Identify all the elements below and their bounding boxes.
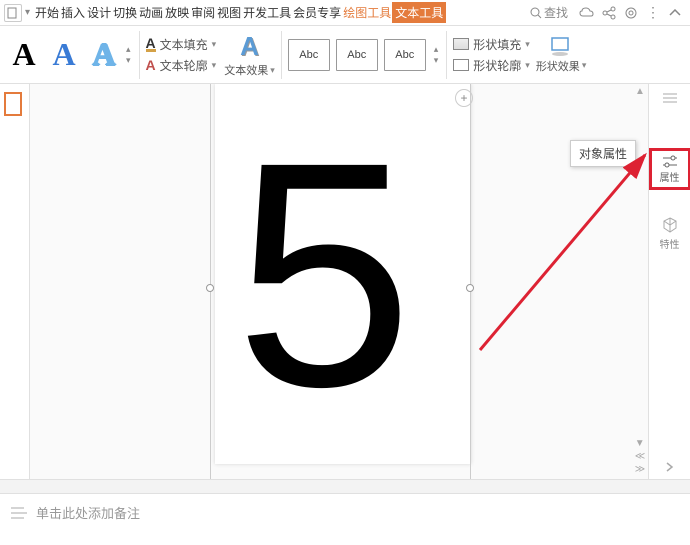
traits-panel-button[interactable]: 特性 xyxy=(649,212,690,255)
wordart-style-1[interactable]: A xyxy=(4,34,44,76)
tab-start[interactable]: 开始 xyxy=(34,4,60,21)
slide-thumbnail-panel xyxy=(0,84,30,479)
tab-design[interactable]: 设计 xyxy=(86,4,112,21)
tab-transition[interactable]: 切换 xyxy=(112,4,138,21)
notes-placeholder: 单击此处添加备注 xyxy=(36,503,140,522)
text-effects-label: 文本效果 xyxy=(224,62,268,78)
shape-outline-icon xyxy=(453,59,469,71)
panel-collapse-icon[interactable] xyxy=(649,457,690,479)
wordart-style-2[interactable]: A xyxy=(44,34,84,76)
shape-style-3[interactable]: Abc xyxy=(384,39,426,71)
tab-texttools[interactable]: 文本工具 xyxy=(392,2,446,23)
scroll-down-icon[interactable]: ▼ xyxy=(635,438,645,449)
wordart-style-expand[interactable]: ▴▾ xyxy=(124,44,133,66)
tab-animation[interactable]: 动画 xyxy=(138,4,164,21)
notes-icon xyxy=(10,506,28,520)
shape-fill-button[interactable]: 形状填充 ▾ xyxy=(453,36,530,53)
shape-fill-dropdown[interactable]: ▾ xyxy=(525,39,530,50)
prev-slide-icon[interactable]: ≪ xyxy=(635,451,645,462)
text-fill-label: 文本填充 xyxy=(160,36,208,53)
text-outline-dropdown[interactable]: ▾ xyxy=(212,60,217,71)
more-menu[interactable]: ⋮ xyxy=(646,4,660,21)
guide-handle-right[interactable] xyxy=(466,284,474,292)
text-fill-icon: A xyxy=(146,37,156,52)
shape-effects-dropdown[interactable]: ▾ xyxy=(582,60,587,71)
text-outline-button[interactable]: A 文本轮廓 ▾ xyxy=(146,57,217,74)
next-slide-icon[interactable]: ≫ xyxy=(635,464,645,475)
shape-effects-button[interactable]: 形状效果 ▾ xyxy=(536,36,587,74)
file-menu-dropdown[interactable]: ▾ xyxy=(25,7,30,18)
guide-left[interactable] xyxy=(210,84,211,479)
horizontal-scrollbar[interactable] xyxy=(0,479,690,493)
share-icon[interactable] xyxy=(598,2,620,24)
text-outline-icon: A xyxy=(146,57,156,73)
settings-icon[interactable] xyxy=(620,2,642,24)
scroll-up-icon[interactable]: ▲ xyxy=(635,86,645,97)
guide-handle-left[interactable] xyxy=(206,284,214,292)
text-effects-button[interactable]: A 文本效果 ▾ xyxy=(224,31,275,78)
properties-panel-button[interactable]: 属性 xyxy=(649,148,690,190)
wordart-style-3[interactable]: A xyxy=(84,34,124,76)
file-menu-button[interactable] xyxy=(4,4,22,22)
search-box[interactable]: 查找 xyxy=(530,4,568,21)
traits-label: 特性 xyxy=(660,236,680,251)
text-effects-dropdown[interactable]: ▾ xyxy=(270,65,275,76)
shape-outline-button[interactable]: 形状轮廓 ▾ xyxy=(453,57,530,74)
slide-text-content[interactable]: 5 xyxy=(235,114,413,434)
guide-right[interactable] xyxy=(470,84,471,479)
shape-outline-dropdown[interactable]: ▾ xyxy=(525,60,530,71)
slide-canvas[interactable]: 5 + xyxy=(30,84,648,479)
shape-outline-label: 形状轮廓 xyxy=(473,57,521,74)
shape-style-2[interactable]: Abc xyxy=(336,39,378,71)
tab-member[interactable]: 会员专享 xyxy=(292,4,342,21)
properties-label: 属性 xyxy=(660,169,680,184)
add-slide-button[interactable]: + xyxy=(455,89,473,107)
text-outline-label: 文本轮廓 xyxy=(160,57,208,74)
notes-pane[interactable]: 单击此处添加备注 xyxy=(0,493,690,531)
shape-style-expand[interactable]: ▴▾ xyxy=(432,44,441,66)
collapse-ribbon-icon[interactable] xyxy=(664,2,686,24)
tab-view[interactable]: 视图 xyxy=(216,4,242,21)
tab-insert[interactable]: 插入 xyxy=(60,4,86,21)
text-fill-button[interactable]: A 文本填充 ▾ xyxy=(146,36,217,53)
tab-review[interactable]: 审阅 xyxy=(190,4,216,21)
shape-style-1[interactable]: Abc xyxy=(288,39,330,71)
shape-effects-label: 形状效果 xyxy=(536,58,580,74)
vertical-scrollbar[interactable]: ▲ ▼ ≪ ≫ xyxy=(634,86,646,475)
shape-fill-icon xyxy=(453,38,469,50)
tab-devtools[interactable]: 开发工具 xyxy=(242,4,292,21)
object-properties-tooltip: 对象属性 xyxy=(570,140,636,167)
tab-drawtools[interactable]: 绘图工具 xyxy=(342,4,392,21)
right-side-panel: 属性 特性 xyxy=(648,84,690,479)
search-label: 查找 xyxy=(544,4,568,21)
panel-menu-icon[interactable] xyxy=(649,88,690,110)
cloud-icon[interactable] xyxy=(576,2,598,24)
shape-effects-icon xyxy=(549,36,573,58)
text-effects-icon: A xyxy=(240,31,259,62)
text-fill-dropdown[interactable]: ▾ xyxy=(212,39,217,50)
sliders-icon xyxy=(661,155,679,169)
cube-icon xyxy=(661,216,679,234)
slide-thumbnail-1[interactable] xyxy=(4,92,22,116)
tab-slideshow[interactable]: 放映 xyxy=(164,4,190,21)
shape-fill-label: 形状填充 xyxy=(473,36,521,53)
